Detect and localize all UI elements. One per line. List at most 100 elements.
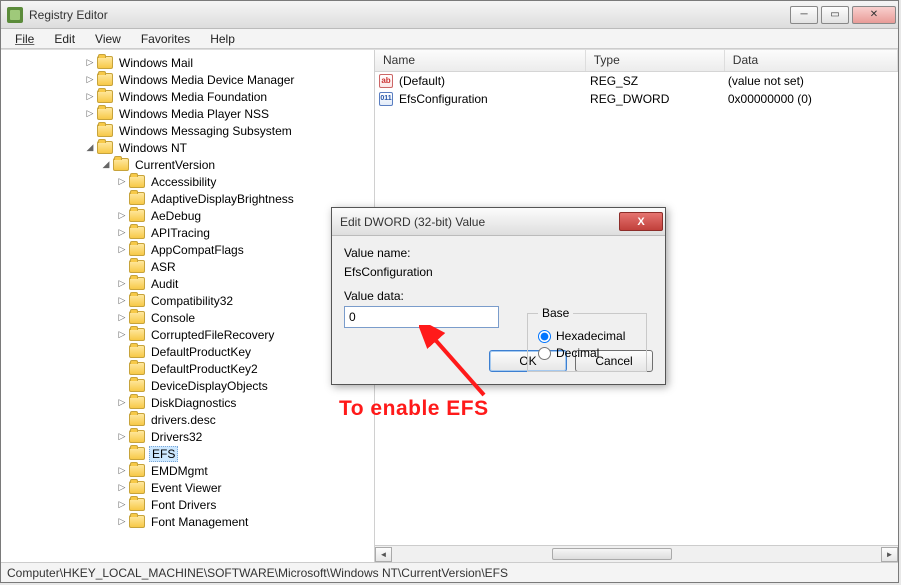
- tree-node[interactable]: DefaultProductKey2: [5, 360, 374, 377]
- expand-icon[interactable]: ▷: [85, 74, 95, 85]
- tree-node[interactable]: ▷ CorruptedFileRecovery: [5, 326, 374, 343]
- tree-node-label: DiskDiagnostics: [149, 396, 238, 410]
- expand-icon[interactable]: ▷: [117, 499, 127, 510]
- tree-node[interactable]: DeviceDisplayObjects: [5, 377, 374, 394]
- tree-node-label: Windows Messaging Subsystem: [117, 124, 294, 138]
- tree-node[interactable]: ▷Audit: [5, 275, 374, 292]
- folder-icon: [97, 56, 113, 69]
- radio-hexadecimal-label: Hexadecimal: [556, 329, 625, 343]
- folder-icon: [113, 158, 129, 171]
- expand-icon[interactable]: ▷: [85, 108, 95, 119]
- tree-node-label: DeviceDisplayObjects: [149, 379, 270, 393]
- tree-node[interactable]: ASR: [5, 258, 374, 275]
- column-header[interactable]: Type: [586, 50, 725, 71]
- radio-decimal[interactable]: [538, 347, 551, 360]
- tree-node-label: Event Viewer: [149, 481, 223, 495]
- tree-node[interactable]: ◢ Windows NT: [5, 139, 374, 156]
- tree-node-label: CorruptedFileRecovery: [149, 328, 276, 342]
- dialog-titlebar[interactable]: Edit DWORD (32-bit) Value X: [332, 208, 665, 236]
- tree-node-label: Windows Media Foundation: [117, 90, 269, 104]
- close-button[interactable]: ✕: [852, 6, 896, 24]
- base-fieldset: Base Hexadecimal Decimal: [527, 306, 647, 372]
- expand-icon[interactable]: ▷: [85, 91, 95, 102]
- tree-node[interactable]: ▷Compatibility32: [5, 292, 374, 309]
- folder-icon: [129, 328, 145, 341]
- string-value-icon: [379, 74, 393, 88]
- dialog-close-button[interactable]: X: [619, 212, 663, 231]
- tree-node[interactable]: ▷Font Drivers: [5, 496, 374, 513]
- menu-edit[interactable]: Edit: [46, 30, 83, 48]
- radio-decimal-label: Decimal: [556, 346, 599, 360]
- tree-node[interactable]: ▷ APITracing: [5, 224, 374, 241]
- menu-view[interactable]: View: [87, 30, 129, 48]
- column-header[interactable]: Data: [725, 50, 898, 71]
- column-header[interactable]: Name: [375, 50, 586, 71]
- scroll-left-button[interactable]: ◄: [375, 547, 392, 562]
- expand-icon[interactable]: ▷: [117, 431, 127, 442]
- tree-node[interactable]: ◢ CurrentVersion: [5, 156, 374, 173]
- minimize-button[interactable]: ─: [790, 6, 818, 24]
- value-data-input[interactable]: [344, 306, 499, 328]
- dialog-title: Edit DWORD (32-bit) Value: [340, 215, 485, 229]
- titlebar[interactable]: Registry Editor ─ ▭ ✕: [1, 1, 898, 29]
- tree-node-label: Windows NT: [117, 141, 189, 155]
- tree-node-label: Windows Mail: [117, 56, 195, 70]
- tree-node[interactable]: drivers.desc: [5, 411, 374, 428]
- folder-icon: [129, 243, 145, 256]
- list-row[interactable]: (Default)REG_SZ(value not set): [375, 72, 898, 90]
- tree-node[interactable]: ▷ Windows Media Foundation: [5, 88, 374, 105]
- tree-node[interactable]: ▷Windows Media Device Manager: [5, 71, 374, 88]
- tree-node[interactable]: ▷ DiskDiagnostics: [5, 394, 374, 411]
- expand-icon[interactable]: ◢: [85, 142, 95, 153]
- expand-icon[interactable]: ▷: [117, 278, 127, 289]
- tree-node[interactable]: ▷ Event Viewer: [5, 479, 374, 496]
- tree-node-label: EFS: [149, 446, 178, 462]
- expand-icon[interactable]: ▷: [117, 227, 127, 238]
- radio-hexadecimal[interactable]: [538, 330, 551, 343]
- expand-icon[interactable]: ▷: [117, 244, 127, 255]
- expand-icon[interactable]: ◢: [101, 159, 111, 170]
- tree-node[interactable]: Windows Messaging Subsystem: [5, 122, 374, 139]
- expand-icon[interactable]: ▷: [117, 312, 127, 323]
- status-path: Computer\HKEY_LOCAL_MACHINE\SOFTWARE\Mic…: [7, 566, 508, 580]
- tree-node[interactable]: AdaptiveDisplayBrightness: [5, 190, 374, 207]
- expand-icon[interactable]: ▷: [117, 516, 127, 527]
- tree-node-label: DefaultProductKey2: [149, 362, 260, 376]
- tree-node[interactable]: ▷EMDMgmt: [5, 462, 374, 479]
- tree-node[interactable]: ▷AppCompatFlags: [5, 241, 374, 258]
- tree-node[interactable]: ▷Console: [5, 309, 374, 326]
- value-name-field: EfsConfiguration: [344, 263, 653, 289]
- tree-node-label: APITracing: [149, 226, 212, 240]
- menu-help[interactable]: Help: [202, 30, 243, 48]
- expand-icon[interactable]: ▷: [117, 329, 127, 340]
- tree-node[interactable]: ▷ Windows Mail: [5, 54, 374, 71]
- expand-icon[interactable]: ▷: [85, 57, 95, 68]
- scroll-right-button[interactable]: ►: [881, 547, 898, 562]
- tree-node-label: Font Management: [149, 515, 250, 529]
- expand-icon[interactable]: ▷: [117, 176, 127, 187]
- list-row[interactable]: EfsConfigurationREG_DWORD0x00000000 (0): [375, 90, 898, 108]
- expand-icon[interactable]: ▷: [117, 482, 127, 493]
- tree-node[interactable]: ▷Drivers32: [5, 428, 374, 445]
- tree-pane[interactable]: ▷ Windows Mail▷Windows Media Device Manag…: [1, 50, 375, 562]
- expand-icon[interactable]: ▷: [117, 465, 127, 476]
- tree-node[interactable]: ▷AeDebug: [5, 207, 374, 224]
- tree-node[interactable]: EFS: [5, 445, 374, 462]
- tree-node[interactable]: ▷Windows Media Player NSS: [5, 105, 374, 122]
- expand-icon[interactable]: ▷: [117, 210, 127, 221]
- horizontal-scrollbar[interactable]: ◄ ►: [375, 545, 898, 562]
- scrollbar-thumb[interactable]: [552, 548, 672, 560]
- expand-icon[interactable]: ▷: [117, 397, 127, 408]
- cell-type: REG_DWORD: [588, 92, 726, 106]
- tree-node[interactable]: DefaultProductKey: [5, 343, 374, 360]
- maximize-button[interactable]: ▭: [821, 6, 849, 24]
- tree-node-label: CurrentVersion: [133, 158, 217, 172]
- menu-file[interactable]: File: [7, 30, 42, 48]
- folder-icon: [129, 345, 145, 358]
- tree-node[interactable]: ▷ Font Management: [5, 513, 374, 530]
- expand-icon[interactable]: ▷: [117, 295, 127, 306]
- folder-icon: [129, 464, 145, 477]
- tree-node[interactable]: ▷Accessibility: [5, 173, 374, 190]
- registry-editor-window: Registry Editor ─ ▭ ✕ File Edit View Fav…: [0, 0, 899, 583]
- menu-favorites[interactable]: Favorites: [133, 30, 198, 48]
